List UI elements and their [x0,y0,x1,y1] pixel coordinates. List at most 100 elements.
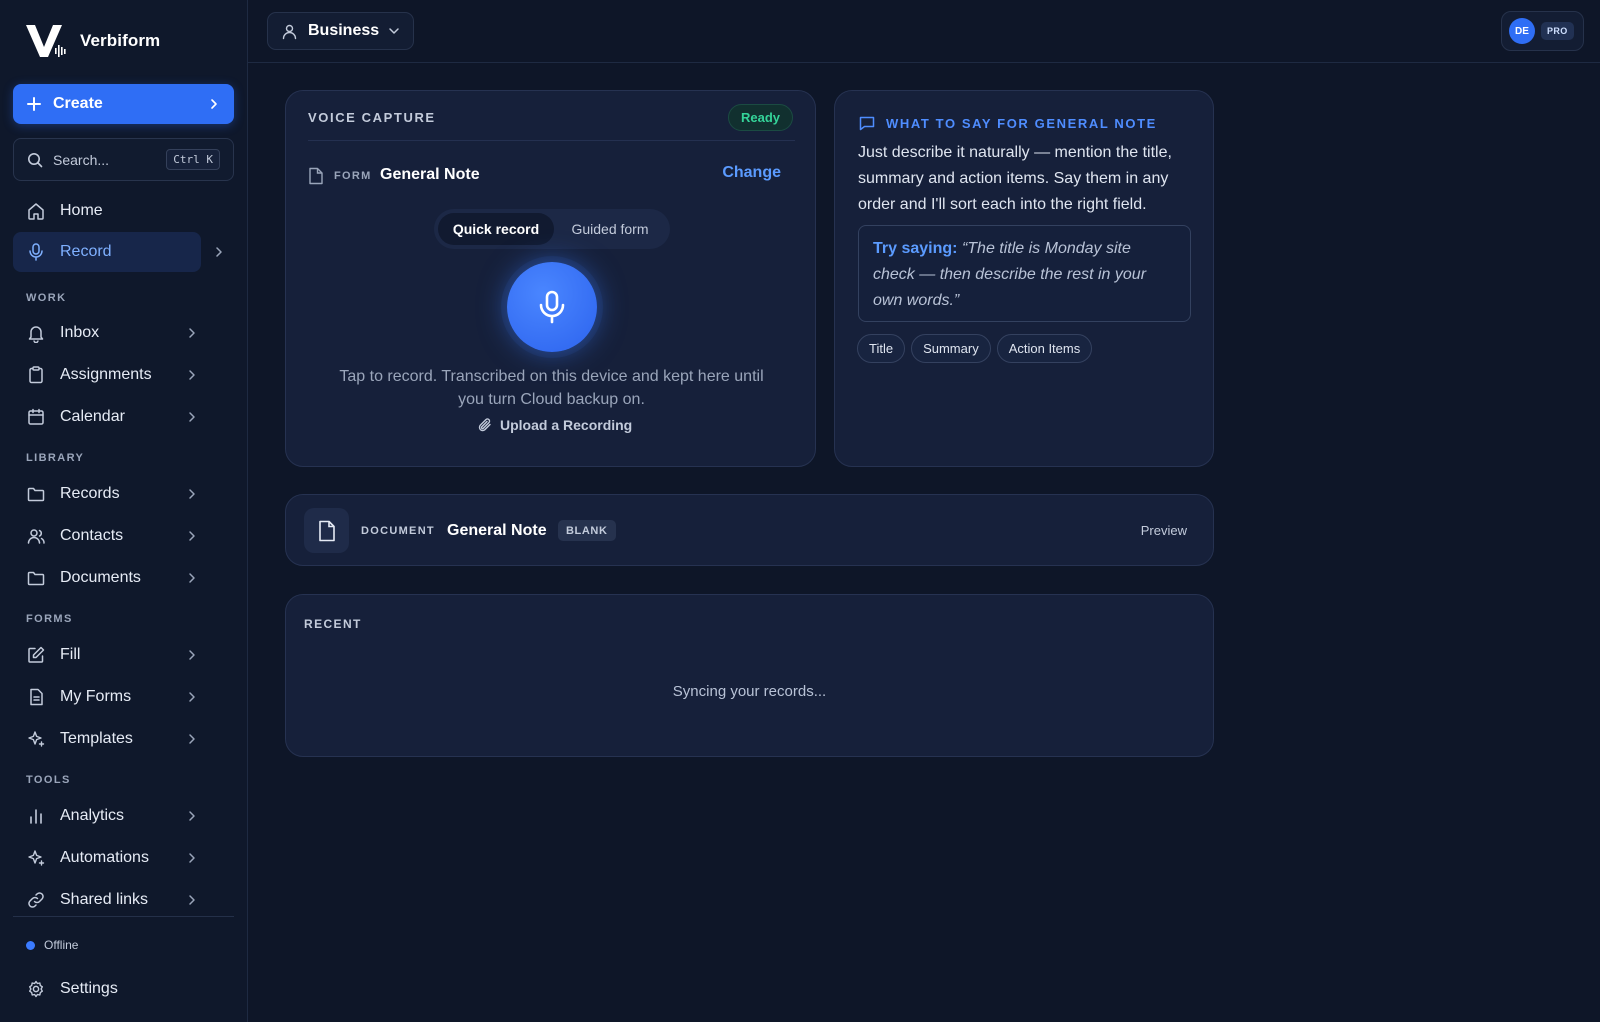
plan-badge: PRO [1541,22,1574,40]
try-saying-label: Try saying: [873,240,958,257]
sidebar-item-templates[interactable]: Templates [13,719,234,759]
sidebar-item-label: My Forms [60,688,132,705]
create-label: Create [53,95,103,112]
chevron-right-icon [189,489,195,499]
sidebar-item-analytics[interactable]: Analytics [13,796,234,836]
sidebar-item-assignments[interactable]: Assignments [13,355,234,395]
search-icon [28,152,43,167]
document-card: DOCUMENT General Note BLANK Preview [285,494,1214,566]
bar-chart-icon [30,809,42,824]
change-form-button[interactable]: Change [722,164,781,182]
calendar-icon [28,408,44,425]
edit-icon [28,646,45,663]
field-chip-action-items[interactable]: Action Items [996,334,1093,363]
card-divider [308,140,795,141]
sidebar-item-label: Home [60,202,103,219]
sidebar-item-my-forms[interactable]: My Forms [13,677,234,717]
section-label-tools: TOOLS [26,774,71,786]
sidebar-item-calendar[interactable]: Calendar [13,397,234,437]
sidebar-item-record[interactable]: Record [13,232,222,272]
chevron-right-icon [189,370,195,380]
message-icon [859,116,875,131]
bell-icon [28,326,44,343]
sidebar-item-label: Record [60,243,112,260]
connection-status: Offline [26,938,78,952]
status-text: Offline [44,938,79,952]
chevron-right-icon [211,99,217,109]
sidebar-item-label: Analytics [60,807,125,824]
section-label-work: WORK [26,292,67,304]
folder-icon [27,571,45,586]
search-box[interactable]: Search... Ctrl K [13,138,234,181]
sidebar-item-label: Inbox [60,324,100,341]
document-name: General Note [447,522,547,539]
record-button[interactable] [507,262,597,352]
status-badge: Ready [727,104,793,131]
chevron-right-icon [216,247,222,257]
sidebar-item-automations[interactable]: Automations [13,838,234,878]
upload-label: Upload a Recording [500,417,633,433]
user-icon [282,24,297,39]
sidebar-item-label: Settings [60,980,118,997]
sidebar-item-settings[interactable]: Settings [13,969,234,1009]
guide-title: WHAT TO SAY FOR GENERAL NOTE [886,115,1157,131]
status-dot [26,940,35,950]
search-placeholder: Search... [53,151,110,168]
account-menu[interactable]: DE PRO [1501,11,1584,51]
microphone-icon [539,290,565,324]
create-button[interactable]: Create [13,84,234,124]
sparkles-icon [28,850,45,866]
brand[interactable]: Verbiform [24,22,160,60]
chevron-right-icon [189,650,195,660]
section-label-forms: FORMS [26,613,73,625]
workspace-switcher[interactable]: Business [267,12,414,50]
clipboard-icon [29,366,43,384]
sparkles-icon [28,731,45,747]
record-mode-toggle: Quick record Guided form [434,209,670,249]
recent-title: RECENT [304,617,362,631]
form-key: FORM [334,170,372,182]
chevron-right-icon [189,531,195,541]
field-chips: Title Summary Action Items [857,334,1098,363]
sidebar-item-label: Documents [60,569,141,586]
example-quote: Try saying: “The title is Monday site ch… [858,225,1191,322]
chevron-right-icon [189,412,195,422]
plus-icon [27,97,41,111]
document-icon [318,520,335,541]
chevron-right-icon [189,573,195,583]
field-chip-title[interactable]: Title [857,334,906,363]
recent-card: RECENT Syncing your records... [285,594,1214,757]
field-chip-summary[interactable]: Summary [911,334,991,363]
sidebar-item-fill[interactable]: Fill [13,635,234,675]
verbiform-logo-icon [26,25,66,57]
sidebar-item-label: Records [60,485,120,502]
workspace-label: Business [308,22,380,39]
sidebar-item-label: Shared links [60,891,149,908]
sidebar-item-records[interactable]: Records [13,474,234,514]
guide-description: Just describe it naturally — mention the… [858,144,1172,213]
folder-icon [27,487,45,502]
sidebar-item-home[interactable]: Home [13,191,234,231]
sidebar-item-label: Automations [60,849,149,866]
app-name: Verbiform [80,31,161,50]
chevron-right-icon [189,811,195,821]
gear-icon [29,980,43,998]
document-badge: BLANK [558,520,616,541]
upload-recording-link[interactable]: Upload a Recording [477,417,632,433]
sidebar-item-inbox[interactable]: Inbox [13,313,234,353]
sidebar-item-shared-links[interactable]: Shared links [13,880,234,920]
guide-heading: WHAT TO SAY FOR GENERAL NOTE [858,114,1157,132]
chevron-right-icon [189,734,195,744]
preview-button[interactable]: Preview [1141,523,1187,538]
sidebar-divider [13,916,234,917]
paperclip-icon [478,418,491,432]
sidebar-item-contacts[interactable]: Contacts [13,516,234,556]
sidebar-item-label: Templates [60,730,133,747]
sidebar-item-label: Calendar [60,408,125,425]
home-icon [28,203,44,220]
tab-quick-record[interactable]: Quick record [438,213,554,245]
chevron-right-icon [189,895,195,905]
chevron-down-icon [389,28,399,34]
sidebar-item-documents[interactable]: Documents [13,558,234,598]
tab-guided-form[interactable]: Guided form [554,213,666,245]
